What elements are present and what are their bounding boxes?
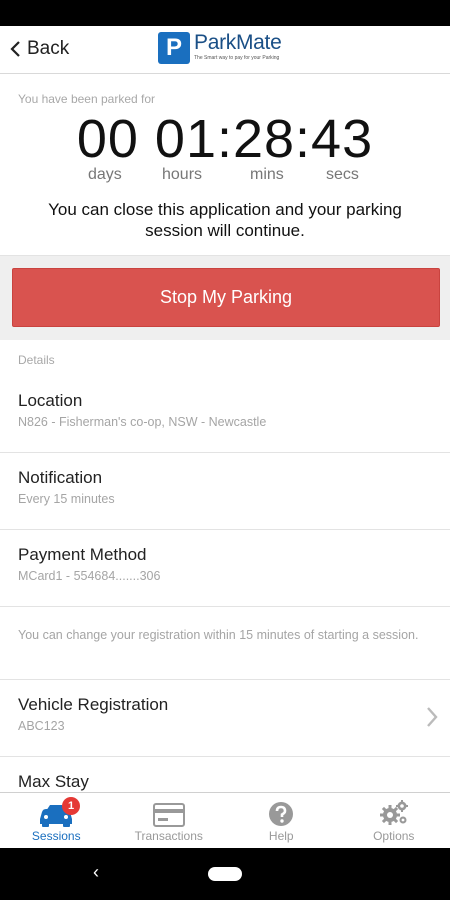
card-icon: [152, 803, 185, 827]
header: Back P ParkMate The Smart way to pay for…: [0, 26, 450, 74]
location-title: Location: [18, 391, 83, 410]
system-nav-bar: ‹: [0, 848, 450, 900]
logo-mark: P: [158, 32, 190, 64]
stop-area: Stop My Parking: [0, 256, 450, 340]
bottom-nav: 1 Sessions Transactions Help Options: [0, 792, 450, 848]
system-home-icon[interactable]: [208, 867, 242, 881]
parkmate-logo: P ParkMate The Smart way to pay for your…: [158, 31, 282, 64]
vehicle-registration-title: Vehicle Registration: [18, 695, 169, 714]
gears-icon: [379, 800, 408, 825]
back-label: Back: [27, 38, 70, 59]
nav-transactions[interactable]: Transactions: [113, 793, 226, 848]
timer-section: You have been parked for 00 01:28:43 day…: [0, 74, 450, 256]
chevron-right-icon: [427, 707, 438, 727]
elapsed-timer: 00 01:28:43: [76, 109, 374, 169]
nav-help[interactable]: Help: [225, 793, 338, 848]
notification-row: Notification Every 15 minutes: [0, 453, 450, 530]
unit-days: days: [88, 166, 122, 183]
vehicle-registration-value: ABC123: [18, 719, 65, 733]
help-icon: [269, 802, 294, 826]
max-stay-title: Max Stay: [18, 772, 89, 791]
location-row: Location N826 - Fisherman's co-op, NSW -…: [0, 376, 450, 453]
nav-transactions-label: Transactions: [134, 829, 203, 843]
stop-parking-button[interactable]: Stop My Parking: [12, 268, 440, 327]
status-bar: [0, 0, 450, 26]
unit-hours: hours: [162, 166, 203, 183]
session-note: You can close this application and your …: [48, 200, 402, 240]
nav-options-label: Options: [373, 829, 415, 843]
location-value: N826 - Fisherman's co-op, NSW - Newcastl…: [18, 415, 267, 429]
nav-help-label: Help: [268, 829, 294, 843]
system-back-icon[interactable]: ‹: [93, 862, 99, 883]
logo-tagline: The Smart way to pay for your Parking: [194, 55, 280, 61]
vehicle-registration-row[interactable]: Vehicle Registration ABC123: [0, 680, 450, 757]
notification-title: Notification: [18, 468, 103, 487]
chevron-left-icon: [10, 41, 20, 57]
sessions-badge: 1: [62, 797, 80, 815]
payment-method-row: Payment Method MCard1 - 554684.......306: [0, 530, 450, 607]
app-screen: Back P ParkMate The Smart way to pay for…: [0, 26, 450, 848]
logo-name: ParkMate: [194, 31, 282, 54]
nav-sessions[interactable]: 1 Sessions: [0, 793, 113, 848]
registration-note: You can change your registration within …: [0, 607, 450, 680]
payment-method-value: MCard1 - 554684.......306: [18, 569, 161, 583]
unit-mins: mins: [250, 166, 284, 183]
unit-secs: secs: [326, 166, 359, 183]
payment-method-title: Payment Method: [18, 545, 147, 564]
back-button[interactable]: Back: [10, 38, 69, 60]
parked-label: You have been parked for: [18, 92, 155, 106]
details-section-label: Details: [0, 340, 450, 376]
nav-options[interactable]: Options: [338, 793, 450, 848]
nav-sessions-label: Sessions: [31, 829, 81, 843]
notification-value: Every 15 minutes: [18, 492, 115, 506]
